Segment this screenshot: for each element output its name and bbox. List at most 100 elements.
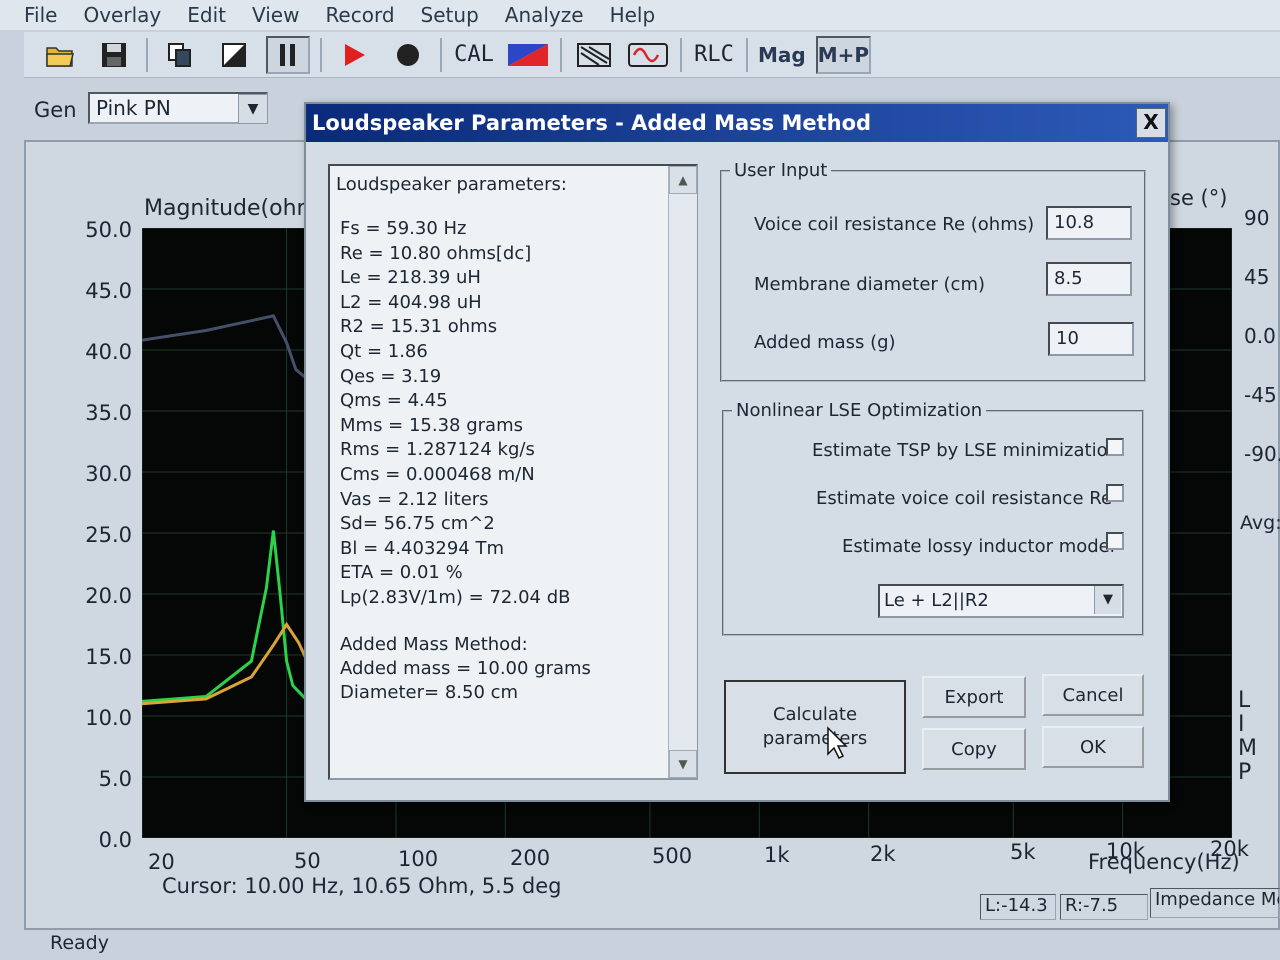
y-tick-label: 25.0: [85, 523, 132, 547]
results-heading: Loudspeaker parameters:: [336, 174, 567, 195]
calculate-parameters-button[interactable]: Calculate parameters: [724, 680, 906, 774]
result-line: Qms = 4.45: [340, 390, 448, 412]
calibration-button[interactable]: CAL: [452, 36, 496, 74]
mouse-pointer-icon: [826, 726, 850, 764]
y-tick-label: 40.0: [85, 340, 132, 364]
x-tick-label: 500: [652, 844, 693, 869]
toolbar-separator: [680, 37, 682, 72]
y-tick-label: 0.0: [98, 828, 132, 852]
close-icon[interactable]: X: [1136, 108, 1166, 138]
menu-file[interactable]: File: [24, 3, 57, 27]
waveform-icon[interactable]: [626, 36, 670, 74]
dialog-title: Loudspeaker Parameters - Added Mass Meth…: [306, 104, 1168, 142]
series-line-0: [141, 530, 316, 703]
menu-analyze[interactable]: Analyze: [505, 3, 584, 27]
added-mass-input[interactable]: 10: [1048, 322, 1134, 356]
series-line-1: [141, 621, 317, 706]
toolbar-separator: [560, 37, 562, 72]
results-scrollbar[interactable]: ▲ ▼: [668, 166, 697, 778]
calculate-label-line1: Calculate: [772, 704, 858, 725]
result-line: Re = 10.80 ohms[dc]: [340, 242, 532, 264]
toolbar-separator: [146, 37, 148, 72]
status-left-level: L:-14.3: [980, 894, 1056, 920]
side-letter-i: I: [1238, 712, 1245, 737]
menu-help[interactable]: Help: [610, 3, 656, 27]
pause-icon[interactable]: [266, 35, 310, 74]
status-mode: Impedance Mea: [1150, 888, 1280, 918]
user-input-title: User Input: [730, 160, 832, 181]
side-letter-p: P: [1238, 760, 1252, 785]
lse-optimization-group: Nonlinear LSE Optimization Estimate TSP …: [722, 400, 1144, 636]
result-line: Cms = 0.000468 m/N: [340, 464, 535, 485]
y-tick-label: 35.0: [85, 401, 132, 425]
channel-color-icon[interactable]: [506, 36, 550, 74]
calculate-label-line2: parameters: [762, 728, 868, 749]
scroll-down-icon[interactable]: ▼: [669, 750, 697, 778]
menu-view[interactable]: View: [252, 3, 299, 27]
inductor-model-select[interactable]: Le + L2||R2 ▼: [878, 584, 1124, 618]
y-axis-title: Magnitude(ohr: [144, 196, 306, 221]
copy-button[interactable]: Copy: [922, 728, 1026, 770]
copy-window-icon[interactable]: [158, 36, 202, 74]
lse-title: Nonlinear LSE Optimization: [732, 400, 987, 421]
loudspeaker-parameters-dialog: Loudspeaker Parameters - Added Mass Meth…: [304, 102, 1170, 802]
generator-label: Gen: [34, 98, 77, 122]
side-letter-l: L: [1238, 688, 1251, 713]
lse-option-tsp-checkbox[interactable]: [1106, 438, 1124, 456]
y-tick-label: 5.0: [98, 767, 132, 791]
phase-tick-label: 90: [1244, 206, 1270, 230]
export-button[interactable]: Export: [922, 676, 1026, 718]
result-line: Sd= 56.75 cm^2: [340, 513, 495, 535]
diameter-line: Diameter= 8.50 cm: [340, 682, 519, 703]
scroll-up-icon[interactable]: ▲: [669, 166, 697, 194]
side-letter-m: M: [1238, 736, 1257, 761]
result-line: R2 = 15.31 ohms: [340, 316, 498, 338]
results-textbox[interactable]: Loudspeaker parameters: Fs = 59.30 Hz Re …: [328, 164, 698, 780]
contrast-icon[interactable]: [212, 36, 256, 74]
rlc-button[interactable]: RLC: [692, 36, 736, 74]
x-tick-label: 1k: [764, 843, 790, 867]
toolbar-separator: [746, 37, 748, 72]
re-input[interactable]: 10.8: [1046, 206, 1132, 240]
ok-button[interactable]: OK: [1042, 726, 1144, 768]
x-tick-label: 5k: [1010, 840, 1036, 865]
y-tick-label: 20.0: [85, 584, 132, 608]
menu-record[interactable]: Record: [325, 3, 394, 27]
record-icon[interactable]: [386, 36, 430, 74]
y-tick-label: 30.0: [85, 462, 132, 486]
cursor-readout: Cursor: 10.00 Hz, 10.65 Ohm, 5.5 deg: [162, 874, 562, 898]
chevron-down-icon[interactable]: ▼: [1094, 586, 1121, 614]
magnitude-button[interactable]: Mag: [758, 36, 806, 74]
toolbar-separator: [440, 37, 442, 72]
menu-overlay[interactable]: Overlay: [83, 3, 161, 27]
save-icon[interactable]: [92, 36, 136, 74]
x-tick-label: 100: [398, 847, 439, 872]
open-folder-icon[interactable]: [38, 36, 82, 74]
menu-setup[interactable]: Setup: [421, 3, 479, 27]
average-label: Avg:: [1240, 512, 1280, 534]
added-mass-label: Added mass (g): [754, 332, 896, 353]
lse-option-re-checkbox[interactable]: [1106, 484, 1124, 502]
phase-axis-title: se (°): [1170, 186, 1228, 210]
phase-tick-label: 0.0: [1244, 324, 1276, 348]
lse-option-inductor-checkbox[interactable]: [1106, 532, 1124, 550]
lse-option-re-label: Estimate voice coil resistance Re: [816, 488, 1113, 509]
result-line: ETA = 0.01 %: [340, 562, 463, 584]
y-tick-label: 15.0: [85, 645, 132, 669]
magnitude-phase-button[interactable]: M+P: [815, 35, 872, 74]
toolbar-separator: [320, 37, 322, 72]
menu-edit[interactable]: Edit: [187, 3, 226, 27]
diameter-input[interactable]: 8.5: [1046, 262, 1132, 296]
hatch-icon[interactable]: [572, 36, 616, 74]
lse-option-inductor-label: Estimate lossy inductor model: [842, 536, 1115, 557]
result-line: L2 = 404.98 uH: [340, 291, 482, 313]
toolbar: CAL RLC Mag M+P: [24, 32, 1280, 78]
cancel-button[interactable]: Cancel: [1042, 674, 1144, 716]
lse-option-tsp-label: Estimate TSP by LSE minimization: [812, 440, 1120, 461]
phase-tick-label: -45: [1244, 383, 1277, 407]
chevron-down-icon[interactable]: ▼: [238, 94, 268, 124]
play-icon[interactable]: [332, 36, 376, 74]
x-tick-label: 50: [294, 848, 321, 873]
y-tick-label: 45.0: [85, 279, 132, 303]
result-line: Qes = 3.19: [340, 365, 442, 387]
